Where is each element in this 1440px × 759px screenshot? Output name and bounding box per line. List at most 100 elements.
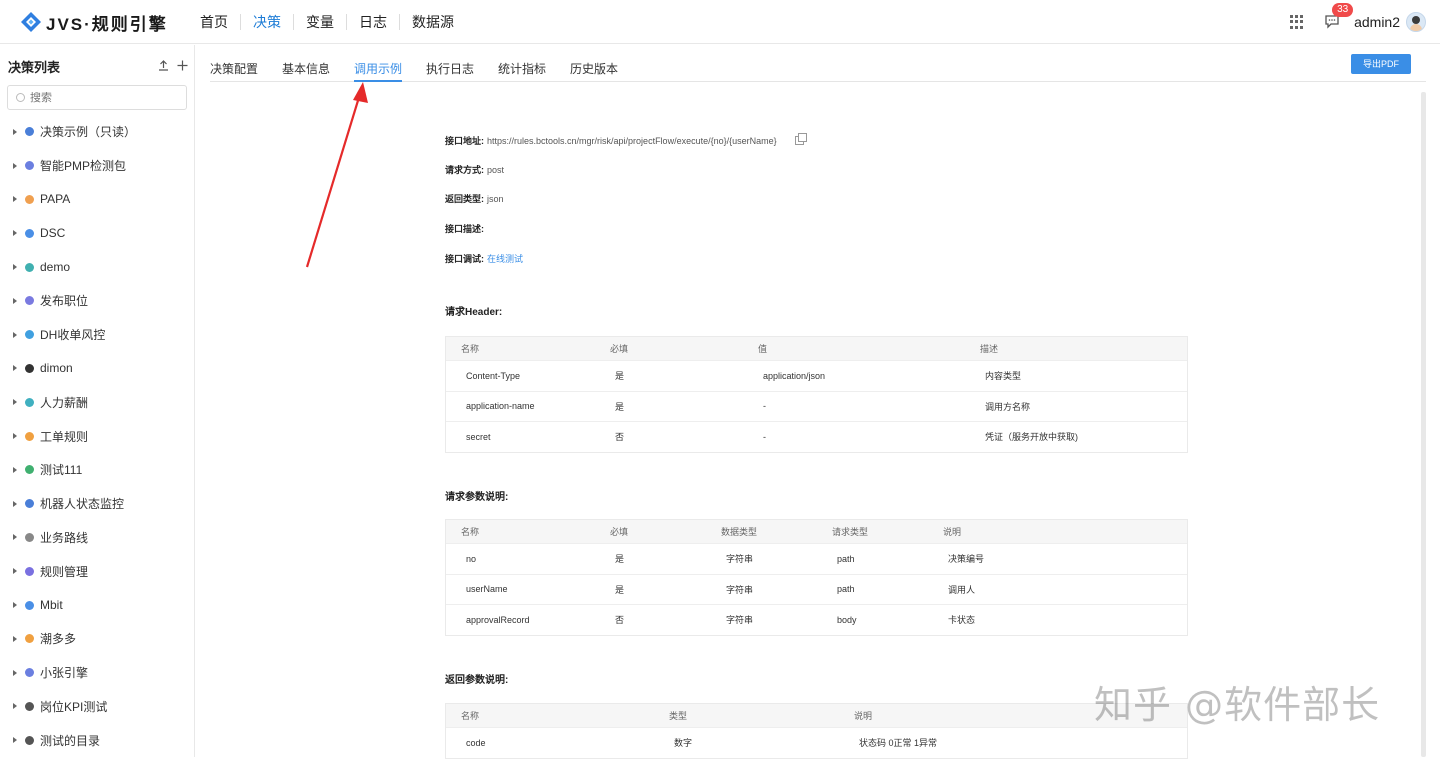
sidebar-item[interactable]: 小张引擎 xyxy=(0,656,194,690)
nav-datasource[interactable]: 数据源 xyxy=(400,14,466,30)
sidebar-item-label: 机器人状态监控 xyxy=(40,497,125,512)
nav-home[interactable]: 首页 xyxy=(188,14,241,30)
nav-variable[interactable]: 变量 xyxy=(294,14,347,30)
top-right-tools: 33 admin2 xyxy=(1290,0,1426,44)
sidebar-item[interactable]: 业务路线 xyxy=(0,521,194,555)
caret-right-icon[interactable] xyxy=(13,534,17,541)
api-url: https://rules.bctools.cn/mgr/risk/api/pr… xyxy=(487,135,777,146)
sidebar-search-input[interactable] xyxy=(30,91,170,104)
table-cell: 卡状态 xyxy=(948,615,976,626)
caret-right-icon[interactable] xyxy=(13,703,17,710)
header-table: 名称 必填 值 描述 Content-Type 是 application/json 内容类型… xyxy=(445,336,1188,453)
sidebar-item[interactable]: 测试111 xyxy=(0,453,194,487)
online-test-link[interactable]: 在线测试 xyxy=(487,252,523,265)
folder-icon xyxy=(25,600,34,610)
sidebar-item[interactable]: PAPA xyxy=(0,183,194,217)
caret-right-icon[interactable] xyxy=(13,466,17,473)
sidebar-item[interactable]: dimon xyxy=(0,352,194,386)
username[interactable]: admin2 xyxy=(1354,14,1400,30)
sidebar-item[interactable]: DSC xyxy=(0,216,194,250)
sidebar-item-label: 岗位KPI测试 xyxy=(40,699,108,714)
caret-right-icon[interactable] xyxy=(13,737,17,744)
caret-right-icon[interactable] xyxy=(13,568,17,575)
caret-right-icon[interactable] xyxy=(13,264,17,271)
sidebar-item[interactable]: 发布职位 xyxy=(0,284,194,318)
messages-button[interactable]: 33 xyxy=(1324,3,1354,31)
tab-call-example[interactable]: 调用示例 xyxy=(354,60,403,82)
sidebar-item[interactable]: 岗位KPI测试 xyxy=(0,690,194,724)
avatar[interactable] xyxy=(1406,12,1426,32)
sidebar-item[interactable]: demo xyxy=(0,250,194,284)
sidebar-header: 决策列表 xyxy=(8,58,188,75)
api-method-row: 请求方式: post xyxy=(445,163,504,176)
caret-right-icon[interactable] xyxy=(13,297,17,304)
caret-right-icon[interactable] xyxy=(13,230,17,237)
sidebar-search[interactable] xyxy=(7,85,187,110)
nav-log[interactable]: 日志 xyxy=(347,14,400,30)
decision-sidebar: 决策列表 决策示例（只读） 智能PMP检测包 PAPA DSC demo 发布职位 DH收单… xyxy=(0,45,195,757)
api-desc-key: 接口描述: xyxy=(445,224,484,234)
top-bar: JVS·规则引擎 首页 决策 变量 日志 数据源 33 admin2 xyxy=(0,0,1440,44)
tab-history[interactable]: 历史版本 xyxy=(570,60,618,82)
caret-right-icon[interactable] xyxy=(13,669,17,676)
table-cell: 字符串 xyxy=(726,615,754,626)
sidebar-item[interactable]: 工单规则 xyxy=(0,419,194,453)
sidebar-item-label: demo xyxy=(40,260,71,275)
table-cell: 调用人 xyxy=(948,584,976,595)
sidebar-item-label: 人力薪酬 xyxy=(40,395,89,410)
copy-icon[interactable] xyxy=(794,133,807,145)
sidebar-item-label: 测试的目录 xyxy=(40,733,101,748)
table-row: approvalRecord 否 字符串 body 卡状态 xyxy=(446,604,1187,635)
folder-icon xyxy=(25,228,34,238)
tab-decision-config[interactable]: 决策配置 xyxy=(210,60,258,82)
table-cell: 字符串 xyxy=(726,584,754,595)
table-row: userName 是 字符串 path 调用人 xyxy=(446,573,1187,605)
table-cell: - xyxy=(763,431,766,442)
sidebar-item[interactable]: 智能PMP检测包 xyxy=(0,149,194,183)
caret-right-icon[interactable] xyxy=(13,162,17,169)
sidebar-item[interactable]: DH收单风控 xyxy=(0,318,194,352)
sidebar-item[interactable]: 人力薪酬 xyxy=(0,385,194,419)
api-url-key: 接口地址: xyxy=(445,136,484,146)
search-icon xyxy=(16,93,25,102)
folder-icon xyxy=(25,634,34,644)
content-scrollbar[interactable] xyxy=(1421,92,1426,757)
table-cell: 是 xyxy=(615,371,625,382)
tab-exec-log[interactable]: 执行日志 xyxy=(426,60,474,82)
sidebar-item[interactable]: 机器人状态监控 xyxy=(0,487,194,521)
caret-right-icon[interactable] xyxy=(13,331,17,338)
nav-decision[interactable]: 决策 xyxy=(241,14,294,30)
export-pdf-button[interactable]: 导出PDF xyxy=(1351,54,1411,74)
sidebar-item-label: 潮多多 xyxy=(40,632,77,647)
tab-basic-info[interactable]: 基本信息 xyxy=(282,60,330,82)
sidebar-item[interactable]: 规则管理 xyxy=(0,554,194,588)
api-url-row: 接口地址: https://rules.bctools.cn/mgr/risk/… xyxy=(445,133,807,147)
app-logo[interactable]: JVS·规则引擎 xyxy=(20,10,168,34)
sidebar-item-label: 智能PMP检测包 xyxy=(40,159,127,174)
caret-right-icon[interactable] xyxy=(13,602,17,609)
add-icon[interactable] xyxy=(177,58,188,74)
sidebar-item[interactable]: Mbit xyxy=(0,588,194,622)
table-cell: no xyxy=(466,553,477,564)
caret-right-icon[interactable] xyxy=(13,365,17,372)
caret-right-icon[interactable] xyxy=(13,399,17,406)
sidebar-item[interactable]: 潮多多 xyxy=(0,622,194,656)
api-method: post xyxy=(487,164,505,175)
table-header: 名称 必填 值 描述 xyxy=(446,337,1187,360)
caret-right-icon[interactable] xyxy=(13,635,17,642)
caret-right-icon[interactable] xyxy=(13,433,17,440)
upload-icon[interactable] xyxy=(158,58,169,74)
column-header: 描述 xyxy=(980,344,999,354)
tab-statistics[interactable]: 统计指标 xyxy=(498,60,546,82)
caret-right-icon[interactable] xyxy=(13,500,17,507)
caret-right-icon[interactable] xyxy=(13,128,17,135)
table-row: secret 否 - 凭证（服务开放中获取) xyxy=(446,421,1187,452)
return-table: 名称 类型 说明 code 数字 状态码 0正常 1异常 xyxy=(445,703,1188,759)
folder-icon xyxy=(25,262,34,272)
caret-right-icon[interactable] xyxy=(13,196,17,203)
sidebar-item[interactable]: 测试的目录 xyxy=(0,723,194,757)
sidebar-item-label: 测试111 xyxy=(40,463,83,478)
apps-grid-icon[interactable] xyxy=(1290,15,1304,29)
api-desc-row: 接口描述: xyxy=(445,222,487,235)
sidebar-item[interactable]: 决策示例（只读） xyxy=(0,115,194,149)
